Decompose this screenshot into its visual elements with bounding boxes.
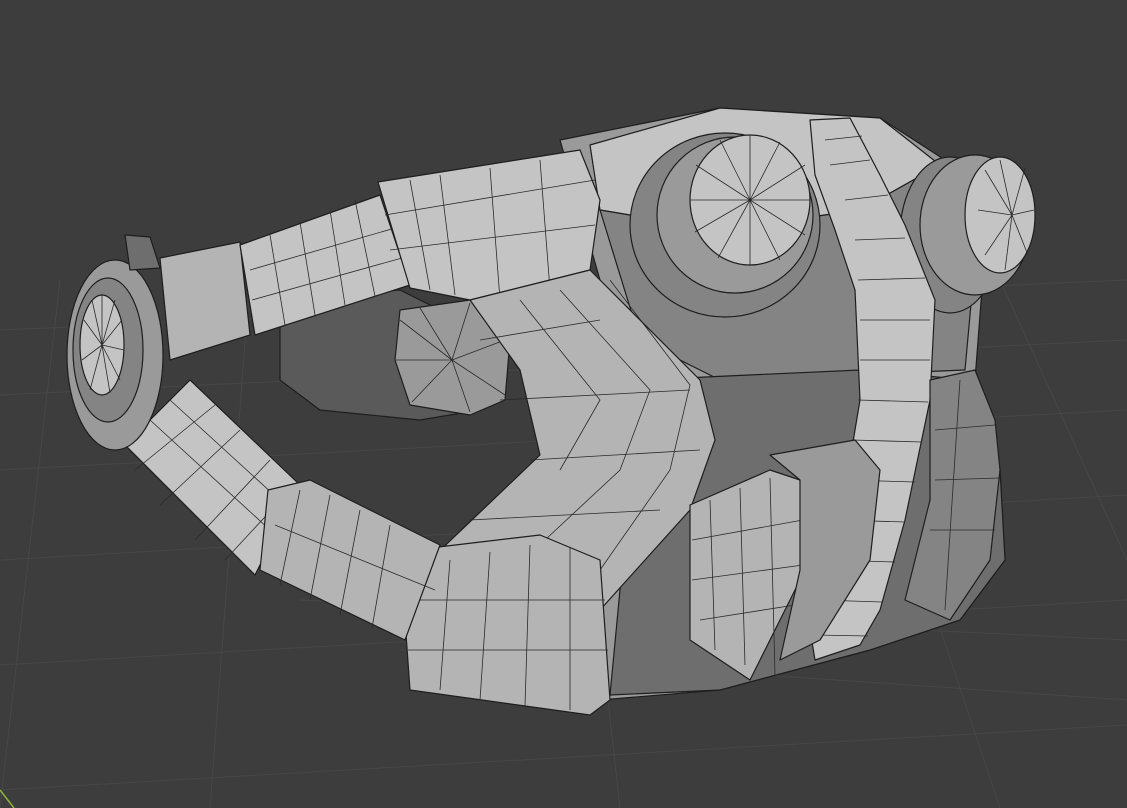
- helmet-mesh[interactable]: [66, 107, 1036, 716]
- lower-front-block: [404, 534, 611, 716]
- left-ear-tab: [124, 234, 161, 271]
- upper-band-segment-1: [159, 241, 251, 361]
- right-dial-face: [964, 156, 1036, 274]
- lower-band-segment-2: [259, 479, 441, 641]
- x-axis-line: [0, 789, 15, 808]
- viewport-canvas[interactable]: [0, 0, 1127, 808]
- 3d-viewport[interactable]: [0, 0, 1127, 808]
